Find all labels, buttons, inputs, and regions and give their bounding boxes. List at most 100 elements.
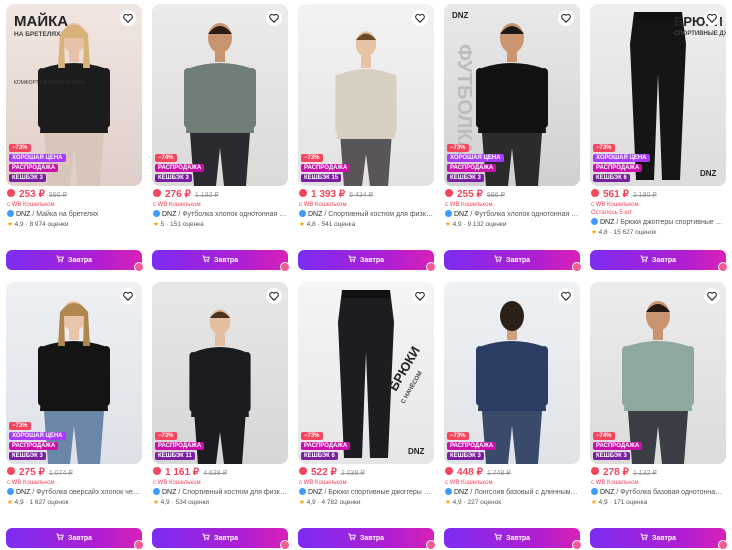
discount-badge: −73%: [447, 432, 469, 440]
brand-name[interactable]: DNZ: [16, 211, 30, 218]
product-image[interactable]: −73% ХОРОШАЯ ЦЕНА РАСПРОДАЖА КЕШБЭК 3: [6, 282, 142, 464]
old-price: 5 434 ₽: [349, 192, 374, 199]
product-image[interactable]: ФУТБОЛКА DNZ −73% ХОРОШАЯ ЦЕНА РАСПРОДАЖА…: [444, 4, 580, 186]
add-to-cart-button[interactable]: Завтра: [6, 250, 144, 272]
star-icon: ★: [153, 221, 159, 228]
wallet-price-icon: [445, 189, 453, 197]
brand-name[interactable]: DNZ: [600, 489, 614, 496]
product-card[interactable]: −73% РАСПРОДАЖА КЕШБЭК 15 1 393 ₽ 5 434 …: [298, 4, 436, 272]
product-image[interactable]: −73% РАСПРОДАЖА КЕШБЭК 11: [152, 282, 288, 464]
delivery-date: Завтра: [505, 534, 531, 542]
brand-name[interactable]: DNZ: [308, 211, 322, 218]
product-name[interactable]: DNZ / Майка на бретелях: [7, 210, 141, 220]
price: 278 ₽: [603, 467, 629, 478]
rating-row: ★ 4,9 · 534 оценки: [153, 499, 210, 506]
product-card[interactable]: −73% ХОРОШАЯ ЦЕНА РАСПРОДАЖА КЕШБЭК 3 27…: [6, 282, 144, 550]
add-to-cart-button[interactable]: Завтра: [298, 250, 436, 272]
add-to-cart-button[interactable]: Завтра: [590, 250, 728, 272]
add-to-cart-button[interactable]: Завтра: [590, 528, 728, 550]
favorite-heart-icon[interactable]: [412, 10, 428, 26]
add-to-cart-button[interactable]: Завтра: [444, 528, 582, 550]
favorite-heart-icon[interactable]: [266, 10, 282, 26]
product-card[interactable]: −74% РАСПРОДАЖА КЕШБЭК 3 276 ₽ 1 132 ₽ с…: [152, 4, 290, 272]
product-image[interactable]: БРЮКИ С НАЧЁСОМ DNZ −73% РАСПРОДАЖА КЕШБЭК…: [298, 282, 434, 464]
product-name[interactable]: DNZ / Футболка базовая однотонная ...: [591, 488, 725, 498]
verified-brand-icon: [445, 210, 452, 217]
add-to-cart-button[interactable]: Завтра: [152, 250, 290, 272]
product-name[interactable]: DNZ / Спортивный костюм для физку...: [299, 210, 433, 220]
product-name[interactable]: DNZ / Брюки спортивные джоггеры с...: [299, 488, 433, 498]
wallet-price-icon: [445, 467, 453, 475]
product-card[interactable]: БРЮКИСПОРТИВНЫЕ ДЖОГГЕРЫDNZ −73% ХОРОШАЯ…: [590, 4, 728, 272]
product-card[interactable]: БРЮКИ С НАЧЁСОМ DNZ −73% РАСПРОДАЖА КЕШБЭК…: [298, 282, 436, 550]
product-name[interactable]: DNZ / Спортивный костюм для физку...: [153, 488, 287, 498]
star-icon: ★: [445, 499, 451, 506]
favorite-heart-icon[interactable]: [704, 288, 720, 304]
product-image[interactable]: −73% РАСПРОДАЖА КЕШБЭК 3: [444, 282, 580, 464]
favorite-heart-icon[interactable]: [120, 288, 136, 304]
favorite-heart-icon[interactable]: [558, 288, 574, 304]
brand-name[interactable]: DNZ: [308, 489, 322, 496]
add-to-cart-button[interactable]: Завтра: [6, 528, 144, 550]
sale-badge: РАСПРОДАЖА: [301, 164, 351, 172]
price-row: 561 ₽ 2 190 ₽: [591, 189, 725, 201]
image-brand-logo: DNZ: [452, 11, 469, 20]
old-price: 996 ₽: [486, 192, 505, 199]
product-title: / Футболка хлопок однотонная л...: [178, 211, 287, 218]
product-card[interactable]: −73% РАСПРОДАЖА КЕШБЭК 11 1 161 ₽ 4 638 …: [152, 282, 290, 550]
wallet-price-icon: [153, 189, 161, 197]
delivery-date: Завтра: [67, 256, 93, 264]
favorite-heart-icon[interactable]: [558, 10, 574, 26]
add-to-cart-button[interactable]: Завтра: [152, 528, 290, 550]
product-card[interactable]: −73% РАСПРОДАЖА КЕШБЭК 3 448 ₽ 1 748 ₽ с…: [444, 282, 582, 550]
add-to-cart-button[interactable]: Завтра: [298, 528, 436, 550]
rating-value: 4,9: [452, 221, 462, 228]
brand-name[interactable]: DNZ: [600, 219, 614, 226]
product-card[interactable]: ФУТБОЛКА DNZ −73% ХОРОШАЯ ЦЕНА РАСПРОДАЖА…: [444, 4, 582, 272]
product-card[interactable]: МАЙКА НА БРЕТЕЛЯХ КОМФОРТ НА КАЖДЫЙ ДЕНЬ −…: [6, 4, 144, 272]
rating-row: ★ 4,9 · 8 974 оценки: [7, 221, 69, 228]
product-name[interactable]: DNZ / Футболка хлопок однотонная л...: [153, 210, 287, 220]
product-image[interactable]: БРЮКИСПОРТИВНЫЕ ДЖОГГЕРЫDNZ −73% ХОРОШАЯ…: [590, 4, 726, 186]
favorite-heart-icon[interactable]: [266, 288, 282, 304]
sale-badge: РАСПРОДАЖА: [301, 442, 351, 450]
badges: −73% РАСПРОДАЖА КЕШБЭК 6: [301, 432, 351, 460]
brand-name[interactable]: DNZ: [454, 489, 468, 496]
favorite-heart-icon[interactable]: [120, 10, 136, 26]
price-row: 278 ₽ 1 132 ₽: [591, 467, 725, 479]
favorite-heart-icon[interactable]: [704, 10, 720, 26]
badges: −73% РАСПРОДАЖА КЕШБЭК 11: [155, 432, 205, 460]
product-image[interactable]: −74% РАСПРОДАЖА КЕШБЭК 3: [152, 4, 288, 186]
product-name[interactable]: DNZ / Брюки джоггеры спортивные н...: [591, 218, 725, 228]
rating-row: ★ 4,8 · 15 627 оценок: [591, 229, 657, 236]
stock-label: Осталось 5 шт: [591, 210, 632, 216]
price-row: 1 393 ₽ 5 434 ₽: [299, 189, 433, 201]
brand-name[interactable]: DNZ: [162, 211, 176, 218]
rating-value: 4,8: [598, 229, 608, 236]
add-to-cart-button[interactable]: Завтра: [444, 250, 582, 272]
product-name[interactable]: DNZ / Футболка хлопок однотонная л...: [445, 210, 579, 220]
wallet-label: с WB Кошельком: [445, 480, 493, 486]
star-icon: ★: [153, 499, 159, 506]
price: 448 ₽: [457, 467, 483, 478]
rating-row: ★ 4,9 · 1 627 оценок: [7, 499, 69, 506]
image-overlay-note: КОМФОРТ НА КАЖДЫЙ ДЕНЬ: [14, 78, 86, 86]
badges: −74% РАСПРОДАЖА КЕШБЭК 3: [155, 154, 205, 182]
favorite-heart-icon[interactable]: [412, 288, 428, 304]
product-name[interactable]: DNZ / Лонгслив базовый с длинным р...: [445, 488, 579, 498]
product-card[interactable]: −74% РАСПРОДАЖА КЕШБЭК 3 278 ₽ 1 132 ₽ с…: [590, 282, 728, 550]
brand-name[interactable]: DNZ: [454, 211, 468, 218]
brand-name[interactable]: DNZ: [162, 489, 176, 496]
image-brand-logo: DNZ: [700, 169, 717, 178]
rating-value: 4,8: [306, 221, 316, 228]
reviews-count: 227 оценок: [467, 499, 502, 506]
product-image[interactable]: −73% РАСПРОДАЖА КЕШБЭК 15: [298, 4, 434, 186]
product-image[interactable]: −74% РАСПРОДАЖА КЕШБЭК 3: [590, 282, 726, 464]
product-name[interactable]: DNZ / Футболка оверсайз хлопок чер...: [7, 488, 141, 498]
badges: −73% РАСПРОДАЖА КЕШБЭК 3: [447, 432, 497, 460]
price-row: 255 ₽ 996 ₽: [445, 189, 579, 201]
sale-badge: РАСПРОДАЖА: [9, 164, 59, 172]
product-image[interactable]: МАЙКА НА БРЕТЕЛЯХ КОМФОРТ НА КАЖДЫЙ ДЕНЬ −…: [6, 4, 142, 186]
cashback-badge: КЕШБЭК 3: [9, 174, 46, 182]
brand-name[interactable]: DNZ: [16, 489, 30, 496]
